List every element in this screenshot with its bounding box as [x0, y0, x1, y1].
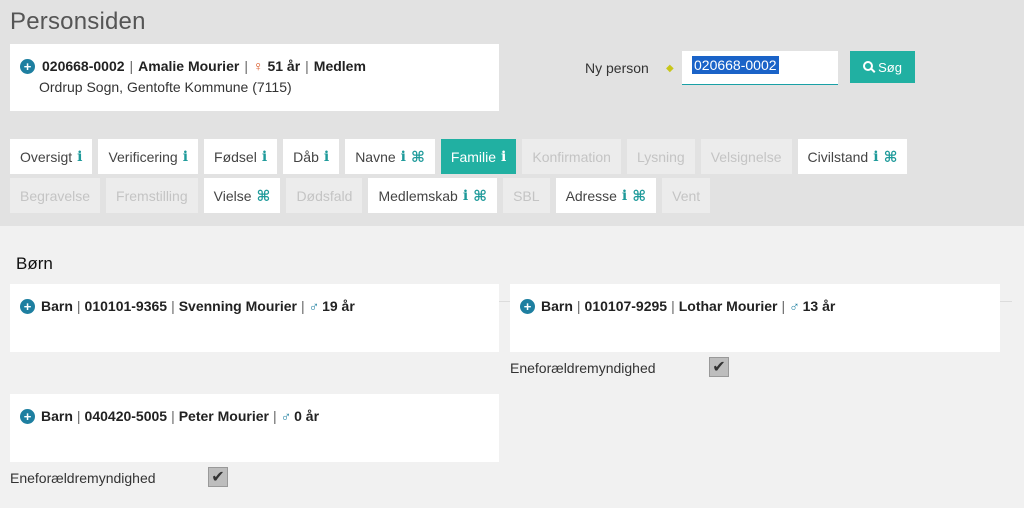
check-icon: ✔ [211, 469, 225, 486]
tab-label: Velsignelse [710, 148, 782, 165]
tab-label: Dødsfald [296, 187, 353, 204]
child-role: Barn [41, 298, 73, 314]
command-icon[interactable]: ⌘ [411, 148, 425, 166]
tab-begravelse: Begravelse [10, 178, 101, 213]
person-status: Medlem [313, 58, 366, 74]
info-icon[interactable]: i [463, 188, 468, 204]
custody-label: Eneforældremyndighed [10, 470, 156, 486]
expand-plus-icon[interactable]: + [520, 298, 535, 314]
tab-daab[interactable]: Dåb i [283, 139, 340, 174]
child-role: Barn [541, 298, 573, 314]
tab-label: Begravelse [20, 187, 91, 204]
tab-konfirmation: Konfirmation [522, 139, 621, 174]
person-search-input[interactable]: 020668-0002 [682, 51, 838, 85]
tab-civilstand[interactable]: Civilstand i ⌘ [797, 139, 908, 174]
expand-plus-icon[interactable]: + [20, 58, 35, 74]
tab-lysning: Lysning [626, 139, 695, 174]
info-icon[interactable]: i [501, 149, 506, 165]
tab-label: Verificering [108, 148, 178, 165]
female-icon: ♀ [252, 58, 264, 74]
child-age: 0 år [294, 408, 320, 424]
tab-label: Konfirmation [532, 148, 611, 165]
tab-label: Dåb [293, 148, 319, 165]
person-name: Amalie Mourier [138, 58, 240, 74]
tab-label: Fremstilling [116, 187, 188, 204]
info-icon[interactable]: i [873, 149, 878, 165]
tab-adresse[interactable]: Adresse i ⌘ [555, 178, 657, 213]
male-icon: ♂ [308, 298, 320, 314]
person-search-value: 020668-0002 [692, 56, 779, 74]
new-person-label: Ny person [585, 60, 649, 76]
child-cpr: 040420-5005 [84, 408, 168, 424]
info-icon[interactable]: i [77, 149, 82, 165]
child-role: Barn [41, 408, 73, 424]
child-cpr: 010101-9365 [84, 298, 168, 314]
tab-medlemskab[interactable]: Medlemskab i ⌘ [368, 178, 498, 213]
page-title: Personsiden [10, 8, 146, 35]
tab-sbl: SBL [503, 178, 550, 213]
tab-label: Lysning [636, 148, 685, 165]
expand-plus-icon[interactable]: + [20, 408, 35, 424]
tab-fremstilling: Fremstilling [106, 178, 198, 213]
header-panel: Personsiden + 020668-0002 | Amalie Mouri… [0, 0, 1024, 226]
person-cpr: 020668-0002 [42, 58, 125, 74]
tab-label: SBL [513, 187, 540, 204]
child-card: + Barn | 010107-9295 | Lothar Mourier | … [510, 284, 1000, 352]
info-icon[interactable]: i [622, 188, 627, 204]
child-age: 19 år [322, 298, 355, 314]
tab-label: Adresse [565, 187, 617, 204]
tab-label: Familie [450, 148, 497, 165]
person-card: + 020668-0002 | Amalie Mourier | ♀ 51 år… [10, 44, 499, 111]
tab-doedsfald: Dødsfald [286, 178, 363, 213]
person-parish: Ordrup Sogn, Gentofte Kommune (7115) [39, 79, 292, 95]
tab-label: Medlemskab [378, 187, 458, 204]
info-icon[interactable]: i [324, 149, 329, 165]
command-icon[interactable]: ⌘ [473, 187, 487, 205]
tab-navne[interactable]: Navne i ⌘ [345, 139, 435, 174]
command-icon[interactable]: ⌘ [257, 187, 271, 205]
search-icon [863, 61, 874, 71]
tab-velsignelse: Velsignelse [700, 139, 792, 174]
check-icon: ✔ [712, 359, 726, 376]
section-title-children: Børn [16, 254, 53, 273]
child-name: Lothar Mourier [678, 298, 778, 314]
male-icon: ♂ [789, 298, 800, 314]
search-button[interactable]: Søg [850, 51, 915, 83]
command-icon[interactable]: ⌘ [884, 148, 898, 166]
command-icon[interactable]: ⌘ [632, 187, 646, 205]
custody-checkbox[interactable]: ✔ [709, 357, 729, 377]
tabs-row-2: Begravelse Fremstilling Vielse ⌘ Dødsfald Med… [10, 178, 711, 213]
person-age: 51 år [267, 58, 301, 74]
custody-checkbox[interactable]: ✔ [208, 467, 228, 487]
male-icon: ♂ [280, 408, 292, 424]
tab-oversigt[interactable]: Oversigt i [10, 139, 93, 174]
child-card: + Barn | 010101-9365 | Svenning Mourier … [10, 284, 499, 352]
tab-label: Oversigt [20, 148, 73, 165]
tab-foedsel[interactable]: Fødsel i [204, 139, 278, 174]
tab-vielse[interactable]: Vielse ⌘ [203, 178, 281, 213]
info-icon[interactable]: i [262, 149, 267, 165]
tab-vent: Vent [662, 178, 711, 213]
tab-label: Vent [672, 187, 701, 204]
tabs-row-1: Oversigt i Verificering i Fødsel i Dåb i Navne i ⌘… [10, 139, 908, 174]
child-age: 13 år [802, 298, 836, 314]
tab-label: Vielse [213, 187, 252, 204]
info-icon[interactable]: i [183, 149, 188, 165]
child-name: Peter Mourier [178, 408, 269, 424]
child-cpr: 010107-9295 [584, 298, 668, 314]
tab-label: Civilstand [807, 148, 869, 165]
child-card: + Barn | 040420-5005 | Peter Mourier | ♂… [10, 394, 499, 462]
diamond-icon: ◆ [666, 63, 674, 74]
tab-label: Navne [355, 148, 396, 165]
tab-familie[interactable]: Familie i [440, 139, 517, 174]
child-name: Svenning Mourier [178, 298, 297, 314]
expand-plus-icon[interactable]: + [20, 298, 35, 314]
custody-label: Eneforældremyndighed [510, 360, 656, 376]
info-icon[interactable]: i [401, 149, 406, 165]
tab-verificering[interactable]: Verificering i [98, 139, 199, 174]
search-button-label: Søg [878, 59, 902, 75]
tab-label: Fødsel [214, 148, 257, 165]
